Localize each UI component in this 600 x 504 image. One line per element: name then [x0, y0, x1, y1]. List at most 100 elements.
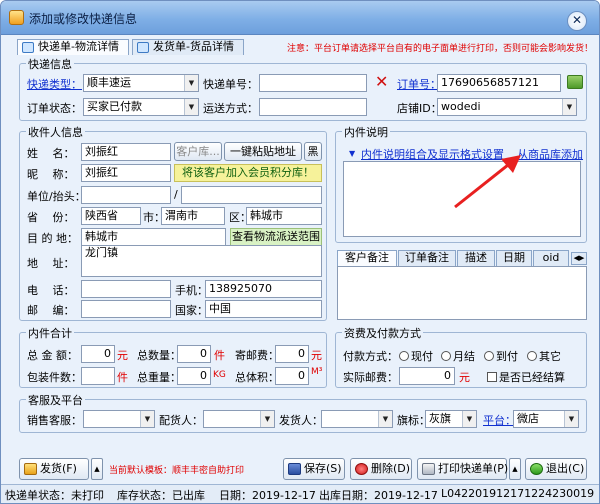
customer-lib-button[interactable]: 客户库... [174, 142, 222, 161]
sales-select[interactable]: ▼ [83, 410, 155, 428]
button-label: 打印快递单(P) [438, 462, 509, 475]
order-no-input[interactable]: 17690656857121 [437, 74, 561, 92]
volume-input[interactable]: 0 [275, 367, 309, 385]
window-title: 添加或修改快递信息 [29, 12, 138, 26]
print-menu-button[interactable]: ▲ [509, 458, 521, 480]
weight-label: 总重量： [137, 371, 181, 384]
amount-input[interactable]: 0 [81, 345, 115, 363]
tab-shipment-goods[interactable]: 发货单-货品详情 [132, 39, 244, 55]
select-value: wodedi [441, 100, 481, 113]
quantity-input[interactable]: 0 [177, 345, 211, 363]
title-bar: 添加或修改快递信息 ✕ [1, 1, 599, 35]
pack-count-input[interactable] [81, 367, 115, 385]
shop-id-select[interactable]: wodedi ▼ [437, 98, 577, 116]
exit-button[interactable]: 退出(C) [525, 458, 587, 480]
nickname-input[interactable]: 刘振红 [81, 164, 171, 182]
slash-separator: / [174, 188, 178, 201]
radio-cod[interactable]: 到付 [484, 348, 518, 364]
radio-circle [527, 351, 537, 361]
radio-monthly[interactable]: 月结 [441, 348, 475, 364]
tab-doc-icon [22, 42, 34, 53]
radio-circle [441, 351, 451, 361]
tab-description[interactable]: 描述 [457, 250, 495, 266]
chevron-down-icon: ▼ [184, 75, 198, 91]
country-input[interactable]: 中国 [205, 300, 322, 318]
radio-circle [484, 351, 494, 361]
radio-cash[interactable]: 现付 [399, 348, 433, 364]
picker-label: 配货人： [159, 414, 203, 427]
chevron-down-icon: ▼ [564, 411, 578, 427]
tab-scroll-button[interactable]: ◀▶ [571, 252, 587, 265]
tab-date[interactable]: 日期 [496, 250, 532, 266]
join-member-button[interactable]: 将该客户加入会员积分库！ [174, 164, 322, 182]
actual-fee-input[interactable]: 0 [399, 367, 455, 385]
checkbox-box [487, 372, 497, 382]
weight-input[interactable]: 0 [177, 367, 211, 385]
radio-other[interactable]: 其它 [527, 348, 561, 364]
nickname-label: 昵 称： [27, 168, 75, 181]
save-button[interactable]: 保存(S) [283, 458, 345, 480]
settled-checkbox[interactable]: 是否已经结算 [487, 369, 565, 385]
tab-order-remark[interactable]: 订单备注 [398, 250, 456, 266]
company-input[interactable] [81, 186, 171, 204]
picker-select[interactable]: ▼ [203, 410, 275, 428]
order-status-select[interactable]: 买家已付款 ▼ [83, 98, 199, 116]
group-title: 内件说明 [342, 124, 390, 140]
company-input-2[interactable] [181, 186, 322, 204]
phone-input[interactable] [81, 280, 171, 298]
select-value: 微店 [517, 412, 539, 425]
print-express-button[interactable]: 打印快递单(P) [417, 458, 509, 480]
default-template-note: 当前默认模板：顺丰丰密自助打印 [109, 466, 245, 476]
express-no-label: 快递单号： [203, 78, 258, 91]
delete-icon[interactable]: ✕ [375, 72, 388, 91]
ship-menu-button[interactable]: ▲ [91, 458, 103, 480]
ship-icon [24, 463, 37, 475]
actual-fee-unit: 元 [459, 371, 470, 384]
tab-customer-remark[interactable]: 客户备注 [337, 250, 397, 266]
exit-icon [530, 463, 543, 475]
tab-express-logistics[interactable]: 快递单-物流详情 [17, 39, 129, 55]
close-button[interactable]: ✕ [567, 11, 587, 31]
express-type-link[interactable]: 快递类型： [27, 76, 82, 92]
name-input[interactable]: 刘振红 [81, 143, 171, 161]
radio-label: 到付 [496, 350, 518, 363]
mobile-input[interactable]: 138925070 [205, 280, 322, 298]
lookup-order-icon[interactable] [567, 75, 583, 89]
ship-method-input[interactable] [259, 98, 367, 116]
chevron-down-icon: ▼ [378, 411, 392, 427]
chevron-down-icon[interactable]: ▼ [349, 149, 355, 158]
district-input[interactable]: 韩城市 [246, 207, 322, 225]
button-label: 退出(C) [546, 462, 585, 475]
order-no-link[interactable]: 订单号： [397, 76, 441, 92]
delete-button[interactable]: 删除(D) [350, 458, 412, 480]
volume-unit: M³ [311, 367, 323, 377]
platform-link[interactable]: 平台： [483, 412, 516, 428]
zip-label: 邮 编： [27, 304, 75, 317]
tab-label: 快递单-物流详情 [38, 40, 119, 53]
flag-select[interactable]: 灰旗 ▼ [425, 410, 477, 428]
ship-button[interactable]: 发货(F) [19, 458, 89, 480]
paste-address-button[interactable]: 一键粘贴地址 [224, 142, 302, 161]
order-code-text: L042201912171224230019 [441, 487, 595, 500]
blacklist-button[interactable]: 黑 [304, 142, 322, 161]
amount-unit: 元 [117, 349, 128, 362]
order-status-label: 订单状态： [27, 102, 82, 115]
radio-label: 其它 [539, 350, 561, 363]
zip-input[interactable] [81, 300, 171, 318]
mail-fee-input[interactable]: 0 [275, 345, 309, 363]
destination-input[interactable]: 韩城市 [81, 228, 226, 246]
city-input[interactable]: 渭南市 [161, 207, 225, 225]
express-type-select[interactable]: 顺丰速运 ▼ [83, 74, 199, 92]
check-delivery-range-button[interactable]: 查看物流派送范围 [230, 228, 322, 246]
province-input[interactable]: 陕西省 [81, 207, 141, 225]
chevron-down-icon: ▼ [140, 411, 154, 427]
tab-oid[interactable]: oid [533, 250, 569, 266]
express-no-input[interactable] [259, 74, 367, 92]
volume-label: 总体积： [235, 371, 279, 384]
weight-unit: KG [213, 370, 226, 380]
select-value: 买家已付款 [87, 100, 142, 113]
remark-textarea[interactable] [337, 266, 587, 320]
shipper-select[interactable]: ▼ [321, 410, 393, 428]
platform-select[interactable]: 微店 ▼ [513, 410, 579, 428]
address-input[interactable]: 龙门镇 [81, 245, 322, 277]
